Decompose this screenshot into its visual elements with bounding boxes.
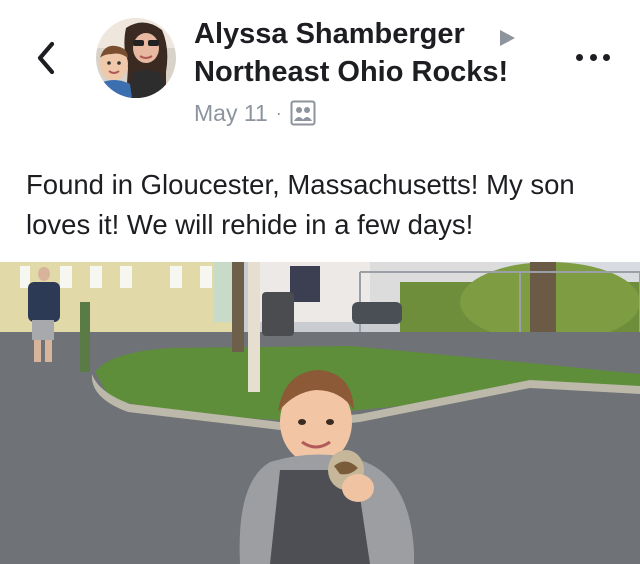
chevron-left-icon: [37, 41, 55, 75]
more-horizontal-icon: [576, 53, 583, 61]
post-text: Found in Gloucester, Massachusetts! My s…: [26, 169, 575, 240]
more-options-button[interactable]: [576, 50, 610, 64]
avatar[interactable]: [96, 18, 176, 98]
triangle-right-icon: [497, 28, 517, 48]
author-name[interactable]: Alyssa Shamberger: [194, 18, 465, 51]
post-header: Alyssa Shamberger Northeast Ohio Rocks! …: [0, 0, 640, 140]
post-photo[interactable]: [0, 262, 640, 564]
post-meta: May 11 ·: [194, 99, 316, 127]
back-button[interactable]: [30, 38, 64, 78]
meta-separator: ·: [275, 102, 282, 123]
group-audience-icon: [290, 100, 316, 126]
post-date[interactable]: May 11: [194, 100, 268, 127]
group-name[interactable]: Northeast Ohio Rocks!: [194, 56, 508, 89]
